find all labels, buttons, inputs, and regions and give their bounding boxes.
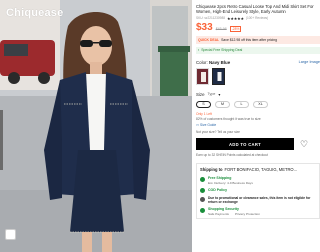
free-shipping-text: Special Free Shipping Deal <box>201 48 243 52</box>
safe-payments: Safe Payments <box>208 212 229 216</box>
size-guide-text: Size Guide <box>200 123 217 127</box>
earn-points-note: Earn up to 32 SHEIN Points calculated at… <box>196 153 268 157</box>
shop-badge-icon <box>5 229 16 240</box>
return-policy-note[interactable]: Due to promotional or clearance sales, t… <box>200 196 316 204</box>
product-image[interactable]: Chiquease <box>0 0 192 252</box>
size-type-toggle[interactable]: Type <box>208 92 216 96</box>
color-label-text: Color: <box>196 59 208 65</box>
size-label: Size <box>196 91 205 97</box>
size-options: S M L XL <box>196 100 320 108</box>
delivery-estimate: Est. Delivery: 4-9 Business Days <box>208 180 253 185</box>
brand-logo: Chiquease <box>6 7 64 19</box>
product-info-panel: Chiquease 2pcs Retro Casual Loose Top An… <box>196 0 320 252</box>
review-count[interactable]: (100+ Reviews) <box>246 16 268 20</box>
free-shipping-info[interactable]: Free Shipping Est. Delivery: 4-9 Busines… <box>200 176 316 185</box>
security-links: Safe Payments Privacy Protection <box>208 212 260 216</box>
ship-to-value: FORT BONIFACIO, TAGUIG, METRO... <box>224 167 297 172</box>
quick-deal-text: Save $12.98 off this item after pricing <box>221 37 278 42</box>
return-policy-text: Due to promotional or clearance sales, t… <box>208 196 316 204</box>
fit-feedback: 82% of customers thought it was true to … <box>196 117 261 121</box>
quick-deal-label: QUICK DEAL <box>198 37 220 42</box>
color-swatches <box>196 67 320 85</box>
free-shipping-title: Free Shipping <box>208 176 232 180</box>
price-row: $33 $45.98 -28% <box>196 22 320 33</box>
not-your-size-link[interactable]: Not your size? Tell us your size <box>196 130 320 134</box>
cart-row: ADD TO CART ♡ <box>196 138 320 150</box>
privacy-protection: Privacy Protection <box>234 212 260 216</box>
size-row: Size Type ▾ <box>196 92 320 97</box>
product-sku: SKU: sz2211230988 <box>196 16 226 20</box>
original-price: $45.98 <box>215 26 227 31</box>
shopping-security-text: Shopping Security Safe Payments Privacy … <box>208 207 260 216</box>
size-option-s[interactable]: S <box>196 100 211 108</box>
ruler-icon: ▭ <box>196 123 200 127</box>
product-photo-illustration <box>0 0 192 252</box>
shopping-security[interactable]: Shopping Security Safe Payments Privacy … <box>200 207 316 216</box>
rating-stars[interactable]: ★★★★★ <box>227 16 244 21</box>
swatch-navy-blue[interactable] <box>212 67 225 85</box>
color-row: Color: Navy Blue Large Image <box>196 60 320 65</box>
swatch-burgundy-thumb <box>197 68 208 84</box>
size-guide-link[interactable]: ▭ Size Guide <box>196 123 320 127</box>
product-meta: SKU: sz2211230988 ★★★★★ (100+ Reviews) <box>196 16 320 21</box>
free-shipping-banner[interactable]: ▪ Special Free Shipping Deal <box>196 46 320 54</box>
add-to-cart-button[interactable]: ADD TO CART <box>196 138 294 150</box>
quick-deal-banner[interactable]: QUICK DEAL Save $12.98 off this item aft… <box>196 35 320 44</box>
shipping-destination[interactable]: Shipping to FORT BONIFACIO, TAGUIG, METR… <box>200 166 316 173</box>
size-option-xl[interactable]: XL <box>253 100 268 108</box>
heart-outline-icon[interactable]: ♡ <box>300 139 308 149</box>
swatch-navy-thumb <box>213 68 224 84</box>
ship-to-label: Shipping to <box>200 167 223 172</box>
cod-policy[interactable]: COD Policy <box>200 188 316 193</box>
return-icon <box>200 196 205 202</box>
current-price: $33 <box>196 21 213 33</box>
truck-icon <box>200 176 205 182</box>
product-title: Chiquease 2pcs Retro Casual Loose Top An… <box>196 4 314 15</box>
cod-title: COD Policy <box>208 187 228 192</box>
promo-return-note: Due to promotional or clearance sales, t… <box>208 196 311 204</box>
security-title: Shopping Security <box>208 207 239 211</box>
truck-icon: ▪ <box>198 48 200 52</box>
shipping-card: Shipping to FORT BONIFACIO, TAGUIG, METR… <box>196 163 320 219</box>
discount-badge: -28% <box>229 25 242 32</box>
swatch-burgundy[interactable] <box>196 67 209 85</box>
cash-icon <box>200 188 205 193</box>
cod-policy-text: COD Policy <box>208 188 227 192</box>
low-stock-notice: Only 1 Left <box>196 111 212 116</box>
large-image-link[interactable]: Large Image <box>299 60 320 64</box>
chevron-down-icon[interactable]: ▾ <box>218 92 220 97</box>
size-option-l[interactable]: L <box>234 100 249 108</box>
color-label: Color: Navy Blue <box>196 60 230 65</box>
free-shipping-info-text: Free Shipping Est. Delivery: 4-9 Busines… <box>208 176 253 185</box>
shield-icon <box>200 207 205 213</box>
color-value: Navy Blue <box>208 59 231 65</box>
size-option-m[interactable]: M <box>215 100 230 108</box>
